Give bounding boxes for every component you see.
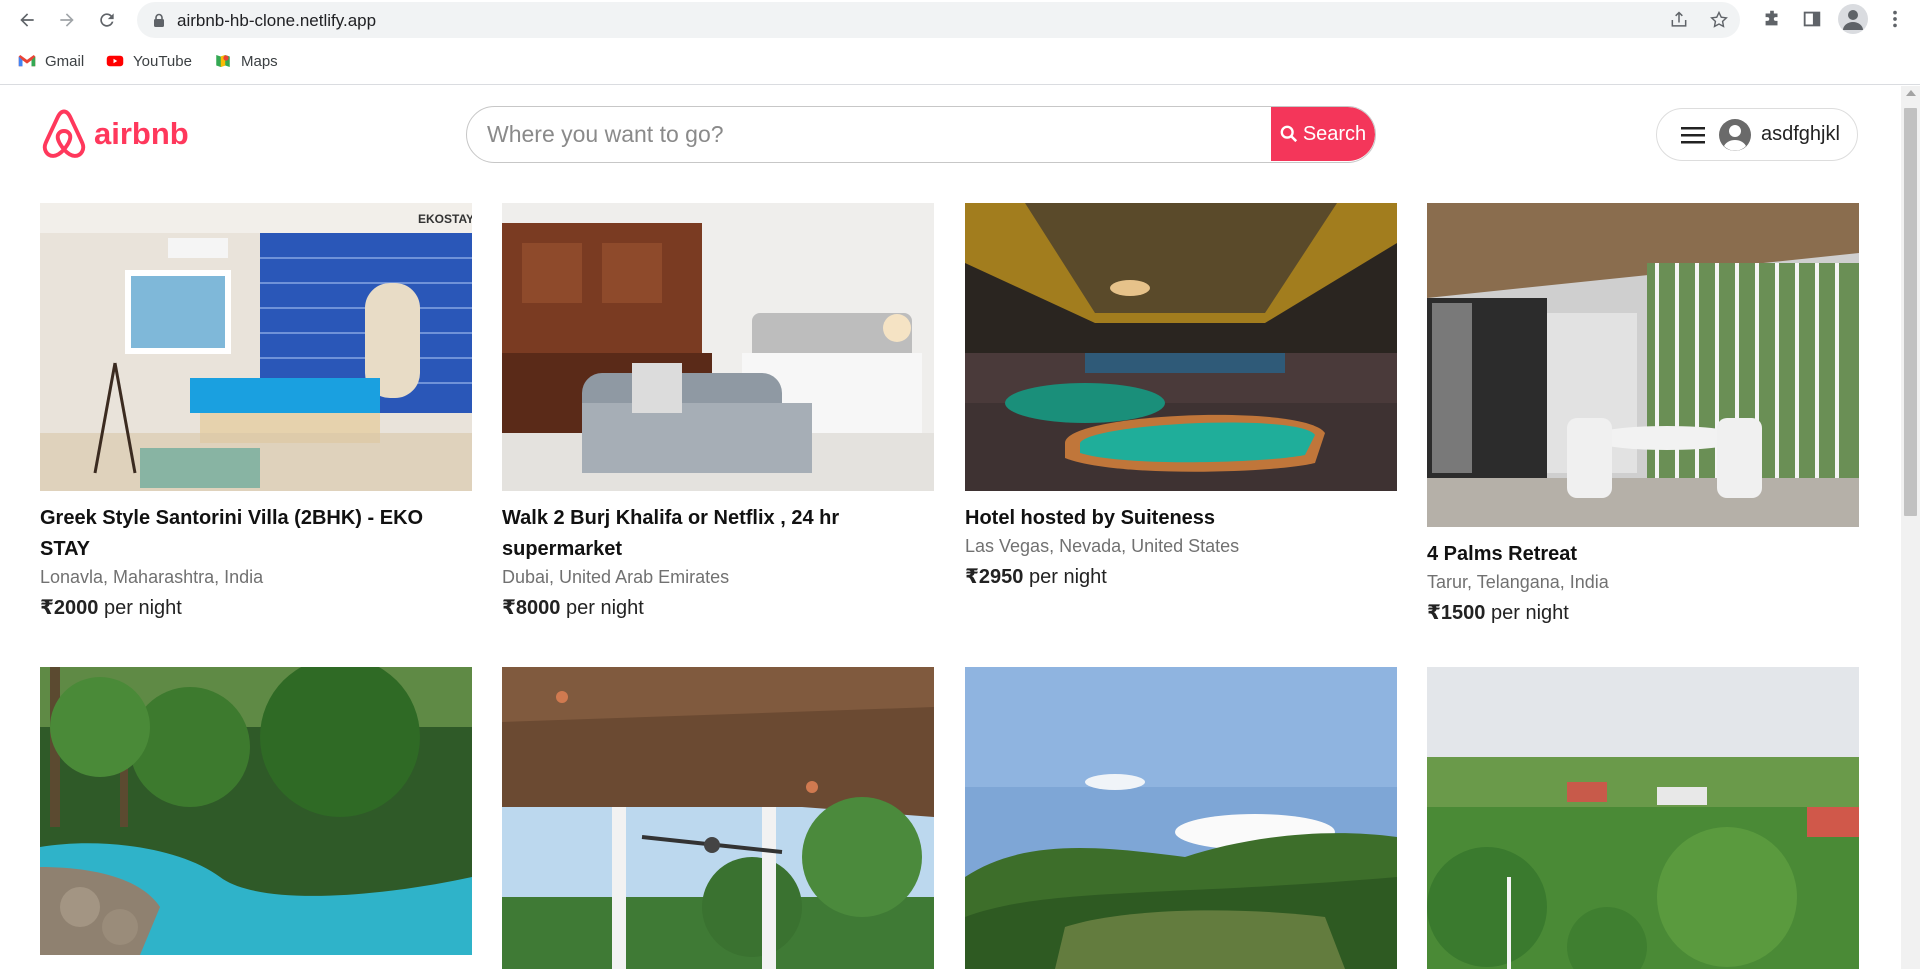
- bookmark-gmail[interactable]: Gmail: [18, 52, 84, 70]
- listing-card[interactable]: [40, 667, 472, 955]
- listing-image[interactable]: [1427, 203, 1859, 527]
- share-icon[interactable]: [1669, 10, 1689, 30]
- reload-button[interactable]: [91, 4, 123, 36]
- listing-price: ₹8000 per night: [502, 597, 644, 619]
- forward-button[interactable]: [51, 4, 83, 36]
- youtube-icon: [106, 55, 124, 67]
- search-input[interactable]: [467, 107, 1272, 161]
- bookmark-label: Gmail: [45, 52, 85, 70]
- airbnb-logo-icon: [42, 109, 86, 158]
- username: asdfghjkl: [1761, 123, 1840, 145]
- back-button[interactable]: [11, 4, 43, 36]
- reload-icon: [100, 13, 114, 27]
- listing-card[interactable]: [502, 667, 934, 969]
- search-icon: [1280, 125, 1297, 143]
- listing-title[interactable]: Greek Style Santorini Villa (2BHK) - EKO…: [40, 503, 472, 565]
- listing-location: Dubai, United Arab Emirates: [502, 567, 730, 587]
- scroll-up-arrow-icon[interactable]: [1906, 90, 1916, 96]
- scrollbar-thumb[interactable]: [1904, 108, 1917, 516]
- listing-card[interactable]: EKOSTAY Greek Style Santorini Villa (2BH…: [40, 203, 472, 621]
- airbnb-logo[interactable]: airbnb: [40, 108, 189, 160]
- listing-card[interactable]: [965, 667, 1397, 969]
- browser-toolbar: airbnb-hb-clone.netlify.app: [0, 0, 1920, 40]
- user-avatar-icon: [1719, 118, 1751, 151]
- bookmark-label: Maps: [241, 52, 278, 70]
- listing-card[interactable]: Walk 2 Burj Khalifa or Netflix , 24 hr s…: [502, 203, 934, 621]
- bookmark-youtube[interactable]: YouTube: [106, 52, 192, 70]
- listing-image[interactable]: [965, 203, 1397, 491]
- listing-title[interactable]: Hotel hosted by Suiteness: [965, 503, 1397, 534]
- url-text: airbnb-hb-clone.netlify.app: [177, 11, 377, 30]
- search-button[interactable]: Search: [1271, 107, 1375, 161]
- listing-location: Lonavla, Maharashtra, India: [40, 567, 264, 587]
- listing-price: ₹1500 per night: [1427, 602, 1569, 624]
- bookmark-label: YouTube: [133, 52, 192, 70]
- side-panel-icon[interactable]: [1801, 8, 1823, 30]
- page-viewport: airbnb Search asdfghjkl: [0, 86, 1920, 969]
- page-scrollbar[interactable]: [1901, 86, 1920, 969]
- person-icon: [1843, 10, 1863, 30]
- listing-card[interactable]: [1427, 667, 1859, 969]
- listing-image[interactable]: [502, 203, 934, 491]
- address-bar[interactable]: airbnb-hb-clone.netlify.app: [137, 2, 1740, 38]
- listing-title[interactable]: Walk 2 Burj Khalifa or Netflix , 24 hr s…: [502, 503, 934, 565]
- logo-text: airbnb: [94, 116, 189, 151]
- listing-card[interactable]: 4 Palms Retreat Tarur, Telangana, India …: [1427, 203, 1859, 626]
- bookmark-maps[interactable]: Maps: [214, 52, 278, 70]
- bookmark-star-icon[interactable]: [1709, 10, 1729, 30]
- listing-title[interactable]: 4 Palms Retreat: [1427, 539, 1859, 570]
- listing-image[interactable]: [40, 667, 472, 955]
- listing-image[interactable]: [965, 667, 1397, 969]
- listing-image[interactable]: [502, 667, 934, 969]
- profile-avatar-icon[interactable]: [1838, 4, 1868, 34]
- extensions-icon[interactable]: [1761, 8, 1783, 30]
- maps-icon: [216, 55, 230, 67]
- listing-location: Tarur, Telangana, India: [1427, 572, 1609, 592]
- listing-location: Las Vegas, Nevada, United States: [965, 536, 1240, 556]
- gmail-icon: [18, 55, 36, 67]
- more-menu-icon[interactable]: [1884, 8, 1906, 30]
- forward-arrow-icon: [60, 13, 74, 27]
- user-menu-button[interactable]: asdfghjkl: [1656, 108, 1858, 161]
- listing-image[interactable]: EKOSTAY: [40, 203, 472, 491]
- listing-image[interactable]: [1427, 667, 1859, 969]
- lock-icon: [154, 13, 164, 27]
- listing-image-badge: EKOSTAY: [418, 212, 472, 226]
- listing-price: ₹2000 per night: [40, 597, 182, 619]
- hamburger-menu-icon: [1681, 126, 1705, 143]
- search-button-label: Search: [1302, 122, 1367, 145]
- back-arrow-icon: [20, 13, 34, 27]
- listing-card[interactable]: Hotel hosted by Suiteness Las Vegas, Nev…: [965, 203, 1397, 590]
- bookmarks-bar: Gmail YouTube Maps: [0, 40, 1920, 85]
- search-bar: Search: [466, 106, 1376, 163]
- listing-price: ₹2950 per night: [965, 566, 1107, 588]
